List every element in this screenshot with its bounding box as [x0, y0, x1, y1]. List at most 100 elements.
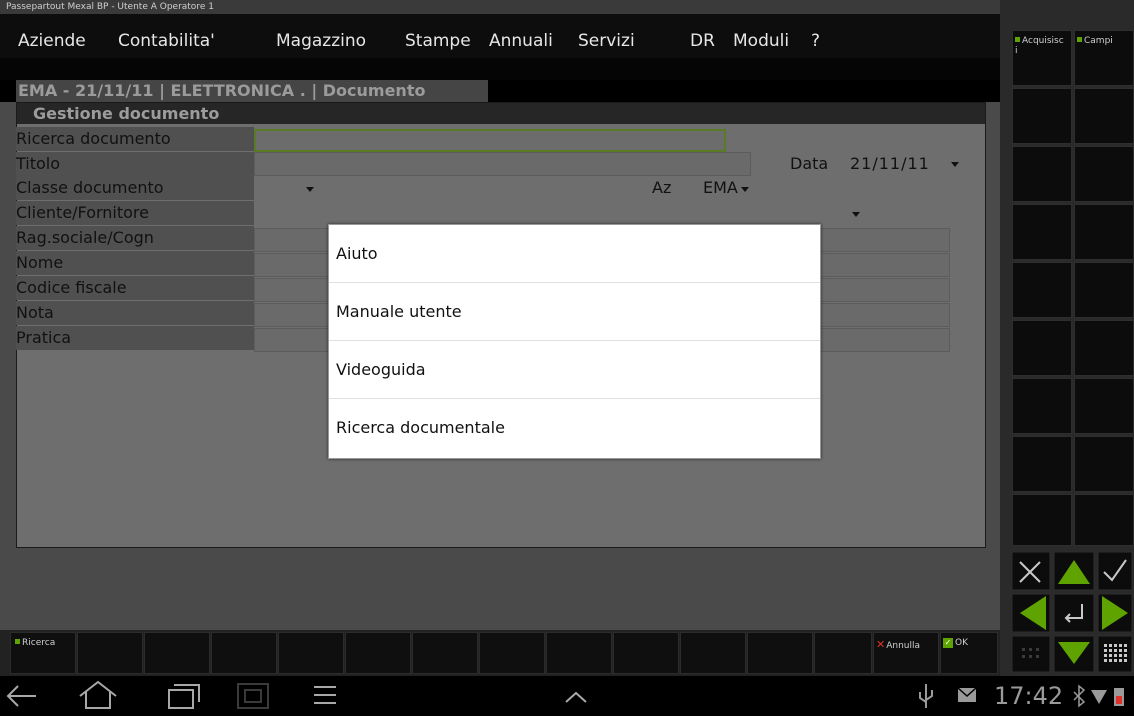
label-classe-documento: Classe documento — [16, 176, 254, 200]
data-label: Data — [790, 154, 829, 173]
label-nome: Nome — [16, 251, 254, 275]
popup-item-videoguida[interactable]: Videoguida — [329, 341, 820, 399]
arrow-left-icon[interactable] — [1011, 593, 1051, 633]
rp-button-8[interactable] — [1074, 204, 1134, 260]
rp-button-17[interactable] — [1012, 494, 1072, 546]
label-ricerca-documento: Ricerca documento — [16, 127, 254, 151]
mail-icon — [957, 687, 977, 702]
rp-button-5[interactable] — [1012, 146, 1072, 202]
campi-label: Campi — [1077, 36, 1113, 46]
rp-button-4[interactable] — [1074, 88, 1134, 144]
fn-button-2[interactable] — [77, 632, 143, 674]
menu-stampe[interactable]: Stampe — [405, 30, 471, 52]
rp-button-6[interactable] — [1074, 146, 1134, 202]
data-field[interactable]: 21/11/11 — [850, 152, 930, 176]
rp-button-14[interactable] — [1074, 378, 1134, 434]
rp-button-11[interactable] — [1012, 320, 1072, 376]
menu-servizi[interactable]: Servizi — [578, 30, 635, 52]
menu-contabilita[interactable]: Contabilita' — [118, 30, 215, 52]
rp-button-9[interactable] — [1012, 262, 1072, 318]
fn-button-13[interactable] — [814, 632, 872, 674]
home-icon[interactable] — [79, 680, 117, 709]
title-bar: Passepartout Mexal BP - Utente A Operato… — [0, 0, 1000, 14]
label-cliente-fornitore: Cliente/Fornitore — [16, 201, 254, 225]
fn-ricerca-button[interactable]: Ricerca — [10, 632, 76, 674]
fn-button-9[interactable] — [546, 632, 612, 674]
menu-aziende[interactable]: Aziende — [18, 30, 86, 52]
rp-button-12[interactable] — [1074, 320, 1134, 376]
titolo-input[interactable] — [254, 152, 751, 176]
campi-button[interactable]: Campi — [1074, 30, 1134, 86]
confirm-check-icon[interactable] — [1097, 551, 1133, 591]
screenshot-icon[interactable] — [237, 683, 269, 709]
fn-annulla-label: ✕Annulla — [876, 638, 920, 651]
menu-moduli[interactable]: Moduli — [733, 30, 789, 52]
window-header-gap — [0, 58, 1000, 80]
back-icon[interactable] — [6, 685, 36, 707]
menu-icon[interactable] — [314, 686, 336, 704]
cliente-fornitore-select[interactable] — [254, 201, 844, 225]
fn-button-3[interactable] — [144, 632, 210, 674]
fn-button-8[interactable] — [479, 632, 545, 674]
arrow-right-icon[interactable] — [1097, 593, 1133, 633]
fn-button-12[interactable] — [747, 632, 813, 674]
fn-annulla-text: Annulla — [886, 641, 921, 651]
green-square-icon — [1077, 37, 1082, 42]
popup-item-aiuto[interactable]: Aiuto — [329, 225, 820, 283]
rp-button-3[interactable] — [1012, 88, 1072, 144]
rp-button-13[interactable] — [1012, 378, 1072, 434]
label-codice-fiscale: Codice fiscale — [16, 276, 254, 300]
az-dropdown-icon[interactable] — [741, 187, 749, 192]
fn-button-10[interactable] — [613, 632, 679, 674]
az-field[interactable]: EMA — [703, 176, 738, 200]
fn-annulla-button[interactable]: ✕Annulla — [873, 632, 939, 674]
rp-button-18[interactable] — [1074, 494, 1134, 546]
fn-button-4[interactable] — [211, 632, 277, 674]
fn-button-6[interactable] — [345, 632, 411, 674]
menu-help[interactable]: ? — [811, 30, 820, 52]
ricerca-documento-input[interactable] — [254, 129, 726, 152]
fn-ok-text: OK — [955, 638, 968, 648]
system-nav-bar — [0, 676, 1134, 716]
cliente-dropdown-icon[interactable] — [852, 212, 860, 217]
recent-apps-icon[interactable] — [168, 684, 200, 709]
campi-text: Campi — [1084, 36, 1113, 46]
fn-ok-button[interactable]: ✓ OK — [940, 632, 998, 674]
bluetooth-icon — [1073, 684, 1086, 708]
nav-icons — [6, 680, 1124, 709]
popup-item-ricerca-documentale[interactable]: Ricerca documentale — [329, 399, 820, 457]
classe-documento-select[interactable] — [254, 176, 304, 200]
document-tab[interactable]: EMA - 21/11/11 | ELETTRONICA . | Documen… — [16, 80, 488, 102]
rp-button-16[interactable] — [1074, 436, 1134, 492]
acquisisci-label: Acquisisc i — [1015, 36, 1064, 56]
green-square-icon — [1015, 37, 1020, 42]
az-label: Az — [652, 178, 672, 197]
acquisisci-button[interactable]: Acquisisc i — [1012, 30, 1072, 86]
app-title: Passepartout Mexal BP - Utente A Operato… — [6, 2, 214, 12]
fn-ok-label: ✓ OK — [943, 638, 968, 648]
acquisisci-text: Acquisisc i — [1015, 36, 1064, 56]
battery-icon — [1114, 688, 1124, 706]
data-dropdown-icon[interactable] — [951, 162, 959, 167]
menu-magazzino[interactable]: Magazzino — [276, 30, 366, 52]
chevron-up-icon[interactable] — [565, 691, 587, 703]
classe-dropdown-icon[interactable] — [306, 187, 314, 192]
popup-item-manuale-utente[interactable]: Manuale utente — [329, 283, 820, 341]
menu-annuali[interactable]: Annuali — [489, 30, 553, 52]
arrow-up-icon[interactable] — [1053, 551, 1095, 591]
fn-button-11[interactable] — [680, 632, 746, 674]
arrow-down-icon[interactable] — [1053, 635, 1095, 673]
menu-dr[interactable]: DR — [690, 30, 715, 52]
rp-button-15[interactable] — [1012, 436, 1072, 492]
keypad-small-icon[interactable] — [1011, 635, 1051, 673]
cancel-x-icon[interactable] — [1011, 551, 1051, 591]
rp-button-7[interactable] — [1012, 204, 1072, 260]
window-title: Gestione documento — [17, 103, 985, 124]
enter-icon[interactable] — [1053, 593, 1095, 633]
fn-button-7[interactable] — [412, 632, 478, 674]
green-square-icon — [15, 639, 20, 644]
rp-button-10[interactable] — [1074, 262, 1134, 318]
keypad-grid-icon[interactable] — [1097, 635, 1133, 673]
label-nota: Nota — [16, 301, 254, 325]
fn-button-5[interactable] — [278, 632, 344, 674]
